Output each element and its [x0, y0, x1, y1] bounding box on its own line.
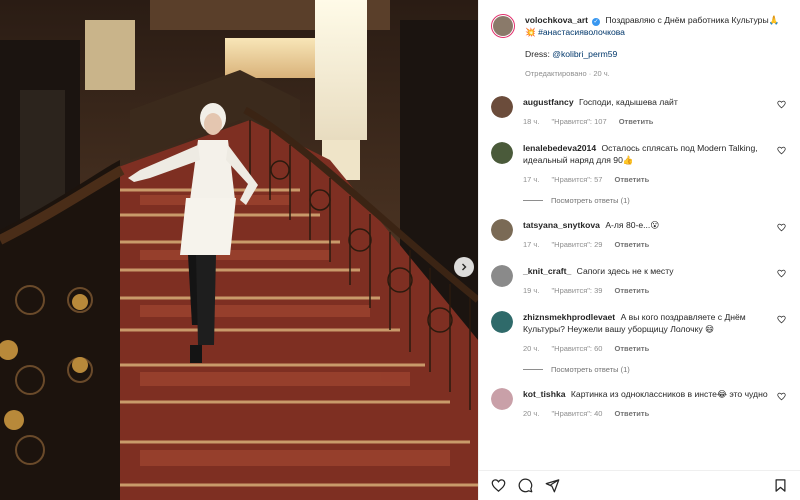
comments-scroll-area[interactable]: volochkova_art ✓ Поздравляю с Днём работн…	[479, 0, 800, 470]
replies-divider	[523, 369, 543, 370]
comment-likes[interactable]: "Нравится": 40	[552, 409, 603, 418]
view-replies-button[interactable]: Посмотреть ответы (1)	[523, 365, 786, 374]
reply-button[interactable]: Ответить	[615, 240, 650, 249]
heart-icon[interactable]	[777, 223, 786, 232]
view-replies-label: Посмотреть ответы (1)	[551, 196, 630, 205]
commenter-avatar[interactable]	[491, 219, 513, 241]
dress-label: Dress:	[525, 49, 550, 59]
comment-username[interactable]: _knit_craft_	[523, 266, 571, 276]
heart-icon[interactable]	[777, 100, 786, 109]
comment-item: kot_tishka Картинка из одноклассников в …	[491, 388, 786, 420]
reply-button[interactable]: Ответить	[619, 117, 654, 126]
comment-text: Сапоги здесь не к месту	[576, 266, 674, 276]
chevron-right-icon	[462, 263, 467, 271]
commenter-avatar[interactable]	[491, 311, 513, 333]
instagram-post: volochkova_art ✓ Поздравляю с Днём работн…	[0, 0, 800, 500]
comment-time: 20 ч.	[523, 409, 540, 418]
share-icon[interactable]	[545, 478, 560, 493]
comment-likes[interactable]: "Нравится": 39	[552, 286, 603, 295]
edited-time: 20 ч.	[593, 69, 610, 78]
comment-username[interactable]: kot_tishka	[523, 389, 566, 399]
comment-time: 20 ч.	[523, 344, 540, 353]
post-caption: volochkova_art ✓ Поздравляю с Днём работн…	[491, 14, 786, 80]
post-sidebar: volochkova_art ✓ Поздравляю с Днём работн…	[478, 0, 800, 500]
caption-emoji: 💥	[525, 27, 536, 37]
comment-username[interactable]: tatsyana_snytkova	[523, 220, 600, 230]
commenter-avatar[interactable]	[491, 142, 513, 164]
author-username[interactable]: volochkova_art	[525, 15, 588, 25]
comment-time: 17 ч.	[523, 175, 540, 184]
comment-username[interactable]: zhiznsmekhprodlevaet	[523, 312, 615, 322]
commenter-avatar[interactable]	[491, 265, 513, 287]
heart-icon[interactable]	[777, 146, 786, 155]
caption-hashtag[interactable]: #анастасияволочкова	[538, 27, 625, 37]
verified-badge-icon: ✓	[592, 18, 601, 26]
comment-likes[interactable]: "Нравится": 57	[552, 175, 603, 184]
post-photo[interactable]	[0, 0, 478, 500]
staircase-photo-illustration	[0, 0, 478, 500]
comment-time: 19 ч.	[523, 286, 540, 295]
comment-likes[interactable]: "Нравится": 60	[552, 344, 603, 353]
comment-text: А-ля 80-е...😮	[605, 220, 660, 230]
comment-username[interactable]: augustfancy	[523, 97, 574, 107]
heart-icon[interactable]	[777, 315, 786, 324]
reply-button[interactable]: Ответить	[615, 175, 650, 184]
dress-mention-link[interactable]: @kolibri_perm59	[552, 49, 617, 59]
heart-icon[interactable]	[777, 269, 786, 278]
edited-label: Отредактировано	[525, 69, 587, 78]
reply-button[interactable]: Ответить	[615, 409, 650, 418]
heart-icon[interactable]	[491, 478, 506, 493]
comment-item: lenalebedeva2014 Осталось сплясать под M…	[491, 142, 786, 186]
reply-button[interactable]: Ответить	[615, 344, 650, 353]
post-action-bar	[479, 470, 800, 500]
view-replies-button[interactable]: Посмотреть ответы (1)	[523, 196, 786, 205]
commenter-avatar[interactable]	[491, 96, 513, 118]
comment-item: augustfancy Господи, кадышева лайт 18 ч.…	[491, 96, 786, 128]
comment-item: zhiznsmekhprodlevaet А вы кого поздравля…	[491, 311, 786, 355]
author-avatar[interactable]	[491, 14, 515, 38]
commenter-avatar[interactable]	[491, 388, 513, 410]
bookmark-icon[interactable]	[773, 478, 788, 493]
comment-item: tatsyana_snytkova А-ля 80-е...😮 17 ч. "Н…	[491, 219, 786, 251]
caption-text: Поздравляю с Днём работника Культуры🙏	[605, 15, 780, 25]
comment-text: Картинка из одноклассников в инсте😂 это …	[570, 389, 768, 399]
heart-icon[interactable]	[777, 392, 786, 401]
next-photo-button[interactable]	[454, 257, 474, 277]
reply-button[interactable]: Ответить	[615, 286, 650, 295]
comment-time: 17 ч.	[523, 240, 540, 249]
replies-divider	[523, 200, 543, 201]
comment-icon[interactable]	[518, 478, 533, 493]
comment-item: _knit_craft_ Сапоги здесь не к месту 19 …	[491, 265, 786, 297]
comment-likes[interactable]: "Нравится": 29	[552, 240, 603, 249]
comment-text: Господи, кадышева лайт	[579, 97, 678, 107]
comment-username[interactable]: lenalebedeva2014	[523, 143, 596, 153]
view-replies-label: Посмотреть ответы (1)	[551, 365, 630, 374]
comment-time: 18 ч.	[523, 117, 540, 126]
comment-likes[interactable]: "Нравится": 107	[552, 117, 607, 126]
